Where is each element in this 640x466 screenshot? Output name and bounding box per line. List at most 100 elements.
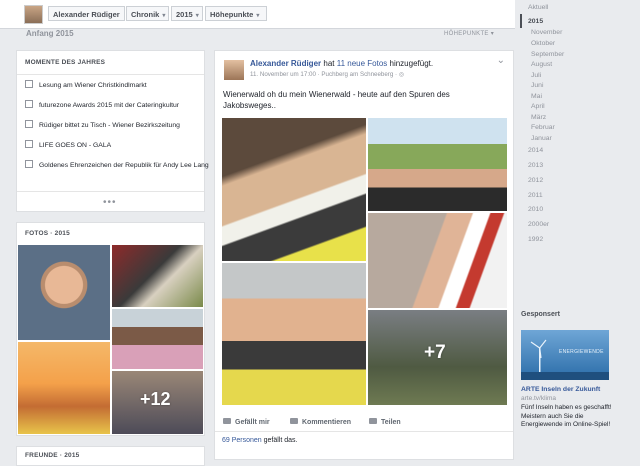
comment-icon: [290, 418, 298, 424]
moment-label: Goldenes Ehrenzeichen der Republik für A…: [39, 162, 209, 169]
author-name-link[interactable]: Alexander Rüdiger: [250, 59, 321, 68]
photo-thumbnail[interactable]: [112, 309, 203, 369]
likes-summary: 69 Personen gefällt das.: [222, 437, 298, 444]
month-nav-item[interactable]: Januar: [531, 135, 552, 142]
chronik-label: Chronik: [131, 10, 160, 19]
year-nav-item[interactable]: 2010: [528, 206, 543, 213]
author-avatar[interactable]: [224, 60, 244, 80]
post-timestamp[interactable]: 11. November um 17:00 · Puchberg am Schn…: [250, 71, 399, 78]
ad-title-link[interactable]: ARTE Inseln der Zukunft: [521, 386, 600, 393]
year-nav-2015[interactable]: 2015: [528, 18, 543, 25]
moment-item[interactable]: Lesung am Wiener Christkindlmarkt: [25, 80, 147, 92]
photo-thumbnail[interactable]: +12: [112, 371, 203, 434]
friends-header[interactable]: FREUNDE · 2015: [25, 452, 79, 459]
year-dropdown[interactable]: 2015 ▾: [171, 6, 203, 21]
like-button[interactable]: Gefällt mir: [223, 418, 270, 426]
post-header: Alexander Rüdiger hat 11 neue Fotos hinz…: [250, 59, 500, 68]
photo-thumbnail[interactable]: [112, 245, 203, 307]
month-nav-item[interactable]: Oktober: [531, 40, 555, 47]
section-header: Anfang 2015 HÖHEPUNKTE ▾: [16, 27, 514, 41]
divider: [17, 74, 204, 75]
moment-label: Rüdiger bittet zu Tisch - Wiener Bezirks…: [39, 122, 180, 129]
profile-name-button[interactable]: Alexander Rüdiger: [48, 6, 125, 21]
highlights-filter[interactable]: HÖHEPUNKTE ▾: [444, 30, 494, 37]
month-nav-item[interactable]: September: [531, 51, 564, 58]
share-button[interactable]: Teilen: [369, 418, 401, 426]
photos-header[interactable]: FOTOS · 2015: [25, 230, 70, 237]
post-card: Alexander Rüdiger hat 11 neue Fotos hinz…: [214, 50, 514, 460]
page-icon: [25, 80, 33, 88]
moment-item[interactable]: LIFE GOES ON - GALA: [25, 140, 111, 152]
post-action-text: hinzugefügt.: [387, 59, 434, 68]
page-icon: [25, 160, 33, 168]
chevron-down-icon: ▾: [195, 13, 199, 19]
comment-button[interactable]: Kommentieren: [290, 418, 351, 426]
ad-text: Fünf Inseln haben es geschafft! Meistern…: [521, 404, 612, 428]
post-photo[interactable]: +7: [368, 310, 507, 405]
timeline-top-bar: Alexander Rüdiger Chronik ▾ 2015 ▾ Höhepun…: [0, 0, 515, 29]
year-label: 2015: [176, 10, 193, 19]
moment-label: LIFE GOES ON - GALA: [39, 142, 112, 149]
year-nav-item[interactable]: 2013: [528, 162, 543, 169]
year-nav-item[interactable]: 2000er: [528, 221, 549, 228]
divider: [17, 191, 204, 192]
photos-box: FOTOS · 2015 +12: [16, 222, 205, 436]
likes-link[interactable]: 69 Personen: [222, 437, 262, 444]
chronik-dropdown[interactable]: Chronik ▾: [126, 6, 169, 21]
profile-avatar[interactable]: [24, 5, 43, 24]
year-nav-item[interactable]: 1992: [528, 236, 543, 243]
month-nav-item[interactable]: März: [531, 114, 546, 121]
ad-image-text: ENERGIEWENDE: [559, 349, 604, 355]
ad-url[interactable]: arte.tv/klima: [521, 395, 556, 402]
year-nav-current[interactable]: Aktuell: [528, 4, 548, 11]
moments-box: MOMENTE DES JAHRES Lesung am Wiener Chri…: [16, 50, 209, 212]
year-nav-item[interactable]: 2014: [528, 147, 543, 154]
year-nav-item[interactable]: 2011: [528, 192, 543, 199]
comment-label: Kommentieren: [302, 419, 352, 426]
moment-label: Lesung am Wiener Christkindlmarkt: [39, 82, 147, 89]
month-nav-item[interactable]: August: [531, 61, 552, 68]
new-photos-link[interactable]: 11 neue Fotos: [337, 59, 388, 68]
post-photo[interactable]: [368, 118, 507, 211]
month-nav-item[interactable]: Februar: [531, 124, 555, 131]
page-icon: [25, 120, 33, 128]
wind-turbine-icon: [521, 339, 609, 380]
ad-image[interactable]: ENERGIEWENDE: [521, 330, 609, 380]
like-label: Gefällt mir: [235, 419, 270, 426]
chevron-down-icon: ▾: [490, 31, 494, 37]
sponsored-header: Gesponsert: [521, 311, 560, 318]
month-nav-item[interactable]: Mai: [531, 93, 542, 100]
share-label: Teilen: [381, 419, 401, 426]
highlights-label: Höhepunkte: [210, 10, 254, 19]
post-menu-button[interactable]: ⌄: [497, 55, 505, 66]
more-photos-count: +7: [424, 342, 446, 363]
more-dots-button[interactable]: •••: [103, 197, 117, 208]
divider: [215, 431, 513, 432]
post-photo[interactable]: [368, 213, 507, 308]
moment-item[interactable]: futurezone Awards 2015 mit der Cateringk…: [25, 100, 179, 112]
post-action-text: hat: [321, 59, 337, 68]
highlights-dropdown[interactable]: Höhepunkte ▾: [205, 6, 267, 21]
moment-item[interactable]: Rüdiger bittet zu Tisch - Wiener Bezirks…: [25, 120, 180, 132]
photo-thumbnail[interactable]: [18, 342, 110, 434]
section-title: Anfang 2015: [26, 29, 74, 38]
month-nav-item[interactable]: April: [531, 103, 545, 110]
moments-header: MOMENTE DES JAHRES: [25, 59, 106, 66]
post-photo[interactable]: [222, 118, 366, 261]
page-icon: [25, 100, 33, 108]
moment-item[interactable]: Goldenes Ehrenzeichen der Republik für A…: [25, 160, 211, 172]
post-photo[interactable]: [222, 263, 366, 405]
year-nav-item[interactable]: 2012: [528, 177, 543, 184]
chevron-down-icon: ▾: [256, 13, 260, 19]
globe-icon: ◎: [398, 71, 405, 78]
active-year-indicator: [520, 14, 522, 28]
page-icon: [25, 140, 33, 148]
more-photos-count: +12: [140, 389, 171, 409]
month-nav-item[interactable]: November: [531, 29, 562, 36]
photo-thumbnail[interactable]: [18, 245, 110, 340]
month-nav-item[interactable]: Juni: [531, 82, 543, 89]
likes-text: gefällt das.: [261, 437, 298, 444]
post-text: Wienerwald oh du mein Wienerwald - heute…: [223, 90, 450, 110]
share-icon: [369, 418, 377, 424]
month-nav-item[interactable]: Juli: [531, 72, 541, 79]
